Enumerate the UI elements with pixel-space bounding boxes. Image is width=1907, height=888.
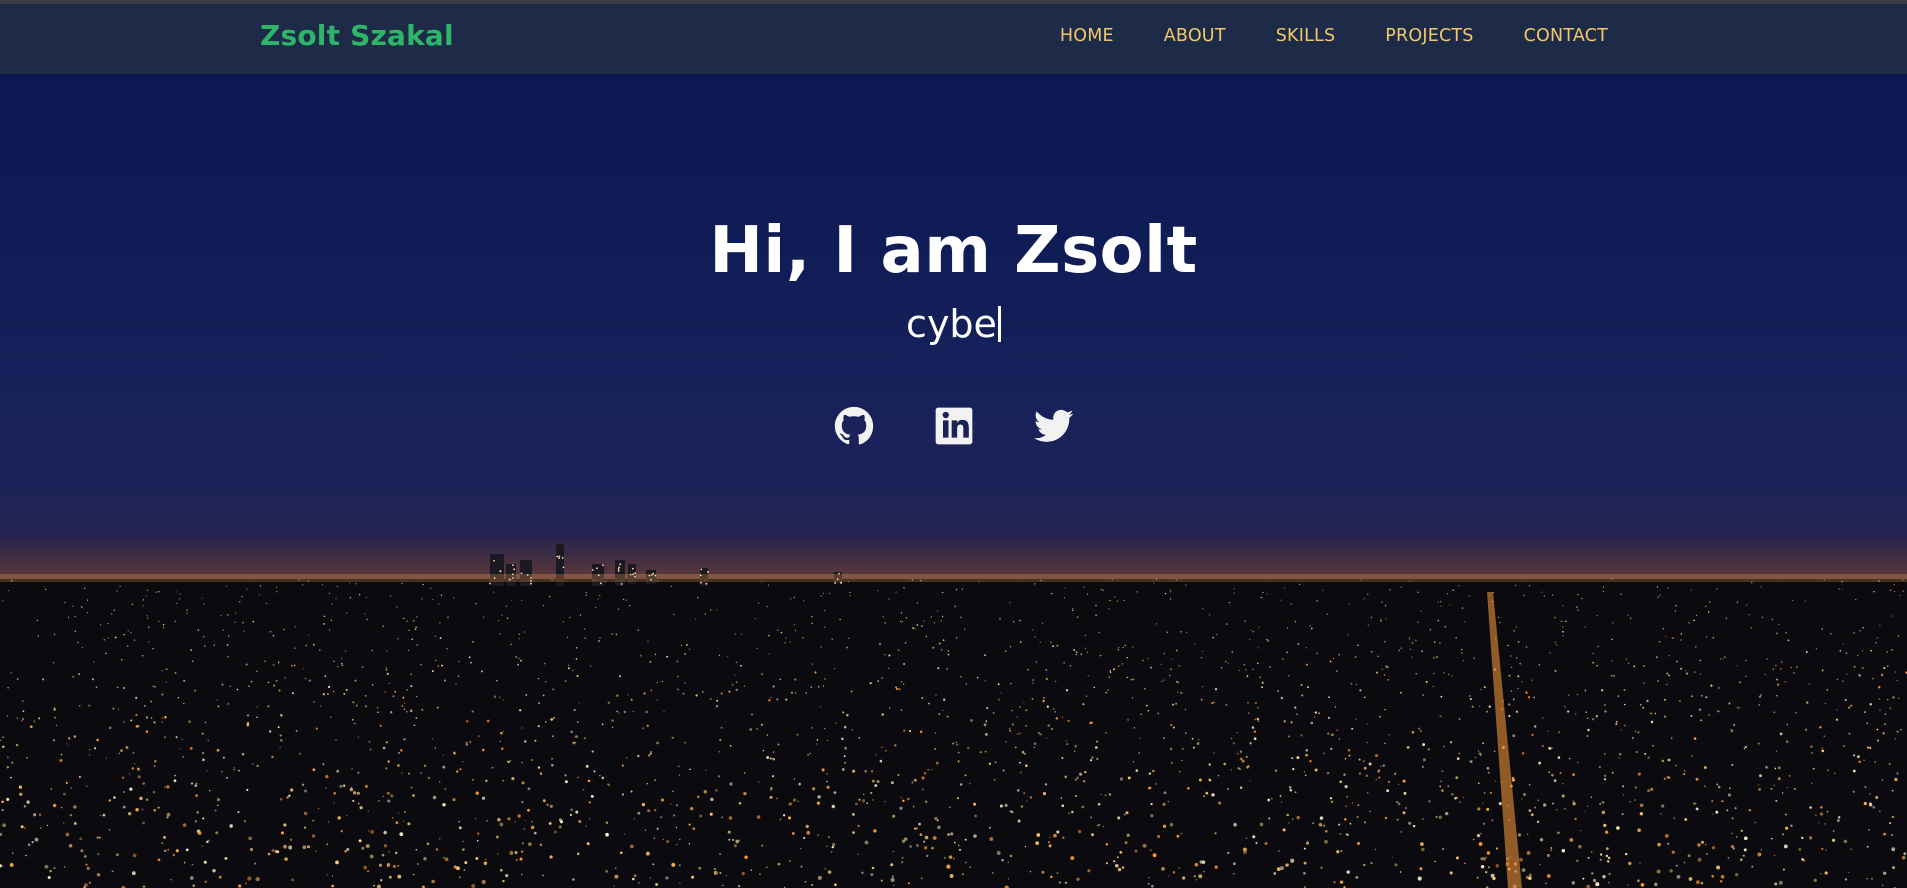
nav-contact-link[interactable]: CONTACT [1524,26,1608,46]
github-icon [834,406,873,445]
social-links [0,406,1907,446]
linkedin-icon [935,407,972,445]
twitter-icon [1033,409,1073,442]
navbar: Zsolt Szakal HOME ABOUT SKILLS PROJECTS … [0,4,1907,74]
nav-home-link[interactable]: HOME [1060,26,1114,46]
brand-logo[interactable]: Zsolt Szakal [260,19,454,52]
hero-section: Hi, I am Zsolt cybe [0,74,1907,888]
twitter-link[interactable] [1033,406,1074,446]
city-night-background [0,544,1907,888]
nav-projects-link[interactable]: PROJECTS [1385,26,1473,46]
typing-cursor [997,306,1001,342]
typed-text: cybe [906,302,997,346]
nav-skills-link[interactable]: SKILLS [1276,26,1336,46]
hero-typed-subtitle: cybe [0,302,1907,346]
nav-about-link[interactable]: ABOUT [1164,26,1226,46]
github-link[interactable] [834,406,874,446]
hero-title: Hi, I am Zsolt [709,214,1198,288]
linkedin-link[interactable] [934,406,974,446]
nav-links: HOME ABOUT SKILLS PROJECTS CONTACT [1060,26,1608,46]
